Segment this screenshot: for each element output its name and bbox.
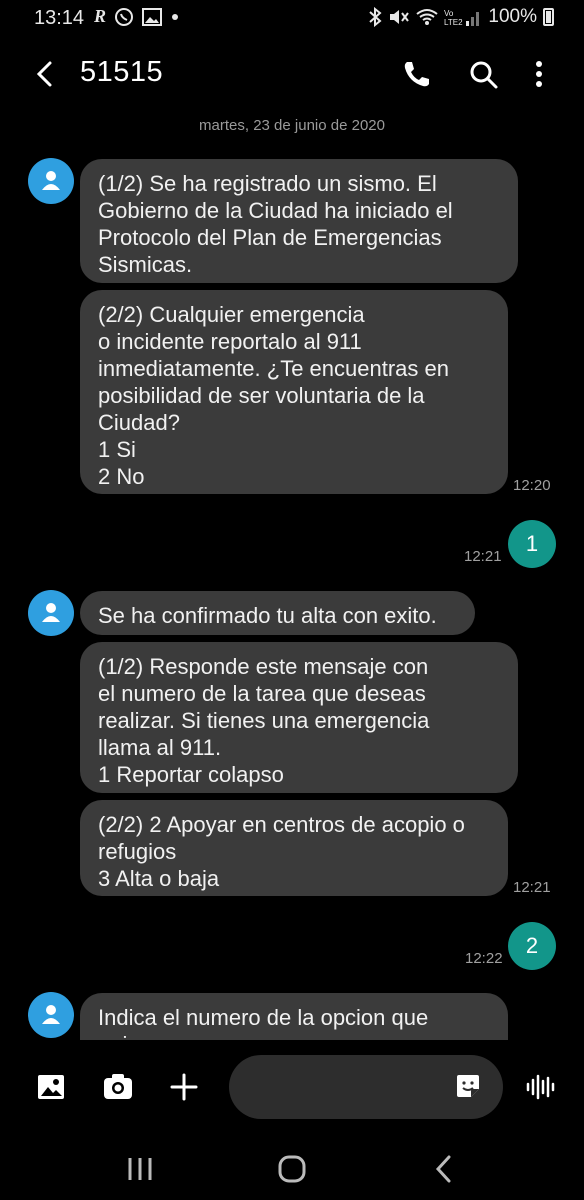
message-time: 12:21 xyxy=(464,548,502,565)
recent-apps-icon[interactable] xyxy=(120,1152,160,1186)
person-icon xyxy=(42,171,60,190)
conversation-header: 51515 xyxy=(0,44,584,108)
person-icon xyxy=(42,603,60,622)
navigation-bar xyxy=(0,1136,584,1200)
search-icon[interactable] xyxy=(467,58,499,90)
more-options-icon[interactable] xyxy=(523,58,555,90)
message-time: 12:22 xyxy=(465,950,503,967)
avatar[interactable] xyxy=(28,158,74,204)
message-bubble[interactable]: (2/2) Cualquier emergencia o incidente r… xyxy=(80,290,508,494)
sticker-icon[interactable] xyxy=(453,1071,483,1101)
status-bar: 13:14 R Vo LTE2 100% xyxy=(0,0,584,36)
message-field[interactable] xyxy=(229,1055,503,1119)
system-icons: Vo LTE2 100% xyxy=(368,6,554,28)
voice-wave-icon[interactable] xyxy=(524,1070,558,1104)
camera-icon[interactable] xyxy=(101,1070,135,1104)
svg-text:LTE2: LTE2 xyxy=(444,18,463,27)
back-arrow-icon[interactable] xyxy=(30,58,62,90)
phone-icon[interactable] xyxy=(399,58,431,90)
message-time: 12:21 xyxy=(513,879,551,896)
svg-text:Vo: Vo xyxy=(444,9,454,18)
avatar[interactable] xyxy=(28,590,74,636)
dot-icon xyxy=(172,13,179,20)
nav-back-icon[interactable] xyxy=(424,1152,464,1186)
avatar[interactable] xyxy=(28,992,74,1038)
home-icon[interactable] xyxy=(272,1152,312,1186)
bluetooth-icon xyxy=(369,7,382,27)
message-bubble[interactable]: Se ha confirmado tu alta con exito. xyxy=(80,591,475,635)
message-bubble[interactable]: Indica el numero de la opcion que quiere… xyxy=(80,993,508,1040)
status-time: 13:14 xyxy=(34,7,85,29)
gallery-icon xyxy=(142,7,163,26)
mute-icon xyxy=(390,10,410,24)
battery-icon xyxy=(543,8,554,26)
message-bubble[interactable]: (1/2) Responde este mensaje con el numer… xyxy=(80,642,518,793)
message-bubble[interactable]: (1/2) Se ha registrado un sismo. El Gobi… xyxy=(80,159,518,283)
message-bubble[interactable]: (2/2) 2 Apoyar en centros de acopio o re… xyxy=(80,800,508,896)
sent-message-bubble[interactable]: 1 xyxy=(508,520,556,568)
add-icon[interactable] xyxy=(167,1070,201,1104)
r-app-icon: R xyxy=(94,6,107,26)
message-list[interactable]: (1/2) Se ha registrado un sismo. El Gobi… xyxy=(0,140,584,1040)
person-icon xyxy=(42,1005,60,1024)
wifi-icon xyxy=(416,9,439,25)
message-time: 12:20 xyxy=(513,477,551,494)
sent-message-bubble[interactable]: 2 xyxy=(508,922,556,970)
contact-title: 51515 xyxy=(80,56,164,88)
volte-signal-icon: VoLTE2 xyxy=(444,9,480,27)
message-input[interactable] xyxy=(251,1073,455,1098)
compose-bar xyxy=(0,1050,584,1124)
battery-level: 100% xyxy=(488,6,537,27)
gallery-icon[interactable] xyxy=(34,1070,68,1104)
whatsapp-icon xyxy=(115,7,134,26)
notification-icons: R xyxy=(94,6,180,27)
date-separator: martes, 23 de junio de 2020 xyxy=(199,117,385,134)
